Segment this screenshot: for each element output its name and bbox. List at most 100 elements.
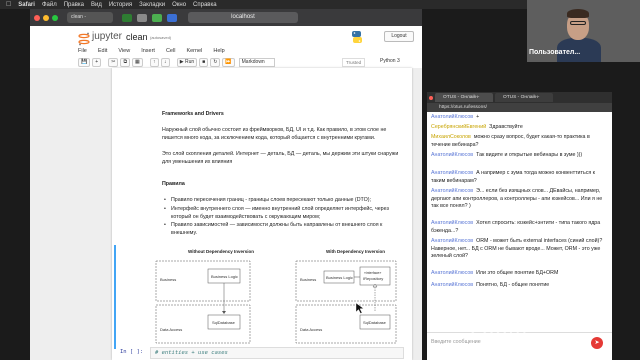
business-label: Business [160, 277, 176, 282]
markdown-paragraph: Это слой скопления деталей. Интернет — д… [162, 151, 399, 165]
chat-text: + [476, 114, 480, 120]
interrupt-icon[interactable]: ■ [199, 58, 209, 67]
address-bar[interactable]: localhost [188, 12, 298, 23]
chat-message: АнатолийКлюсов Или это общее понятие БД+O… [431, 270, 607, 278]
move-down-icon[interactable]: ↓ [160, 58, 170, 67]
chat-tab[interactable]: OTUS - Онлайн- [495, 93, 553, 102]
data-access-label: Data Access [300, 327, 322, 332]
add-cell-icon[interactable]: + [92, 58, 102, 67]
irepository-label: IRepository [363, 276, 383, 281]
menubar-item[interactable]: Правка [64, 2, 84, 8]
chat-message: АнатолийКлюсов Хотел спросить: юзкейс+энт… [431, 220, 607, 235]
chat-author[interactable]: АнатолийКлюсов [431, 152, 473, 158]
close-window-button[interactable] [429, 95, 433, 100]
code-cell-input[interactable]: # entities + use cases [150, 347, 404, 359]
chat-message: АнатолийКлюсов + [431, 114, 607, 122]
chat-text: Понятно, БД - общее понятие [476, 282, 550, 288]
menubar-item[interactable]: История [109, 2, 132, 8]
list-item: Интерфейс внутреннего слоя — именно внут… [162, 205, 400, 221]
notebook-title[interactable]: clean [126, 32, 148, 42]
logout-button[interactable]: Logout [384, 31, 414, 42]
chat-message: СеребрянскийЕвгений Здравствуйте [431, 124, 607, 132]
menu-cell[interactable]: Cell [166, 48, 175, 54]
jupyter-toolbar: 💾 + ✂ ⧉ ▦ ↑ ↓ ▶ Run ■ ↻ ⏩ Markdown [78, 58, 275, 67]
business-logic-label: Business Logic [211, 274, 238, 279]
menubar-item[interactable]: Окно [172, 2, 186, 8]
menu-kernel[interactable]: Kernel [186, 48, 202, 54]
chat-message: АнатолийКлюсов Э... если без изящных слов… [431, 188, 607, 211]
paste-icon[interactable]: ▦ [132, 58, 143, 67]
chat-author[interactable]: АнатолийКлюсов [431, 282, 473, 288]
sqldatabase-label: SqlDatabase [212, 320, 236, 325]
menubar-item[interactable]: Файл [42, 2, 57, 8]
diagram-left-title: Without Dependency Inversion [188, 249, 254, 254]
jupyter-brand[interactable]: jupyter [92, 31, 122, 42]
chat-author[interactable]: АнатолийКлюсов [431, 270, 473, 276]
run-button[interactable]: ▶ Run [176, 58, 198, 67]
menu-file[interactable]: File [78, 48, 87, 54]
chat-browser-tabs: OTUS - Онлайн- OTUS - Онлайн- [427, 92, 612, 103]
list-item: Правило пересечения границ - границы сло… [162, 196, 400, 204]
save-icon[interactable]: 💾 [78, 58, 91, 67]
bookmark-icon[interactable] [137, 13, 147, 22]
participant-glasses [570, 21, 586, 25]
business-label: Business [300, 277, 316, 282]
trusted-indicator[interactable]: Trusted [342, 58, 366, 67]
participant-video[interactable]: Пользовател... [527, 0, 640, 62]
chat-text: Здравствуйте [489, 124, 523, 130]
menu-edit[interactable]: Edit [98, 48, 107, 54]
zoom-window-button[interactable] [52, 14, 58, 21]
diagram-svg: Without Dependency Inversion With Depend… [155, 249, 397, 344]
mouse-cursor-icon [355, 302, 365, 314]
send-button[interactable]: ➤ [591, 337, 603, 349]
minimize-window-button[interactable] [43, 14, 49, 21]
sqldatabase-label: SqlDatabase [363, 320, 387, 325]
dependency-inversion-diagram[interactable]: Without Dependency Inversion With Depend… [114, 245, 408, 349]
menubar-item[interactable]: Вид [91, 2, 102, 8]
chat-author[interactable]: АнатолийКлюсов [431, 114, 473, 120]
menu-view[interactable]: View [118, 48, 130, 54]
participant-name: Пользовател... [529, 49, 581, 56]
bookmark-icon[interactable] [122, 13, 132, 22]
copy-icon[interactable]: ⧉ [120, 58, 131, 67]
apple-icon[interactable]:  [6, 1, 11, 8]
chat-author[interactable]: МихаилСоколов [431, 134, 471, 140]
python-logo-icon [352, 31, 362, 43]
business-logic-label: Business Logic [326, 275, 353, 280]
menubar-item[interactable]: Safari [18, 2, 35, 8]
chat-message: АнатолийКлюсов А например с зума тогда мо… [431, 170, 607, 185]
menu-help[interactable]: Help [213, 48, 224, 54]
move-up-icon[interactable]: ↑ [149, 58, 159, 67]
close-window-button[interactable] [34, 14, 40, 21]
chat-text: Или это общее понятие БД+ORM [476, 270, 559, 276]
menubar-item[interactable]: Закладки [139, 2, 165, 8]
menubar-item[interactable]: Справка [193, 2, 217, 8]
diagram-right-title: With Dependency Inversion [326, 249, 385, 254]
chat-tab[interactable]: OTUS - Онлайн- [435, 93, 493, 102]
cell-type-select[interactable]: Markdown [238, 58, 275, 67]
jupyter-header: jupyter clean (autosaved) Logout File Ed… [30, 26, 422, 68]
markdown-heading: Правила [162, 181, 185, 187]
bookmark-icon[interactable] [152, 13, 162, 22]
chat-author[interactable]: СеребрянскийЕвгений [431, 124, 486, 130]
menu-insert[interactable]: Insert [141, 48, 155, 54]
chat-author[interactable]: АнатолийКлюсов [431, 188, 473, 194]
chat-author[interactable]: АнатолийКлюсов [431, 238, 473, 244]
notebook-page: Frameworks and Drivers Наружный слой обы… [112, 68, 412, 360]
autosave-status: (autosaved) [150, 35, 172, 40]
bookmark-icon[interactable] [167, 13, 177, 22]
browser-tabstrip: clean - localhost [30, 9, 422, 26]
safari-window: clean - localhost jupyter clean (autosav… [30, 9, 422, 360]
kernel-indicator[interactable]: Python 3 [380, 58, 400, 64]
cut-icon[interactable]: ✂ [108, 58, 119, 67]
browser-tab[interactable]: clean - [67, 12, 113, 23]
chat-messages: АнатолийКлюсов + СеребрянскийЕвгений Здрав… [427, 112, 612, 344]
fast-forward-icon[interactable]: ⏩ [222, 58, 235, 67]
favorites-bar [122, 13, 177, 22]
chat-address-bar[interactable]: https://otus.ru/lessons/ [427, 103, 612, 112]
cell-prompt: In [ ]: [120, 349, 144, 355]
chat-author[interactable]: АнатолийКлюсов [431, 170, 473, 176]
chat-message: МихаилСоколов можно сразу вопрос, будет к… [431, 134, 607, 149]
restart-icon[interactable]: ↻ [210, 58, 221, 67]
chat-author[interactable]: АнатолийКлюсов [431, 220, 473, 226]
